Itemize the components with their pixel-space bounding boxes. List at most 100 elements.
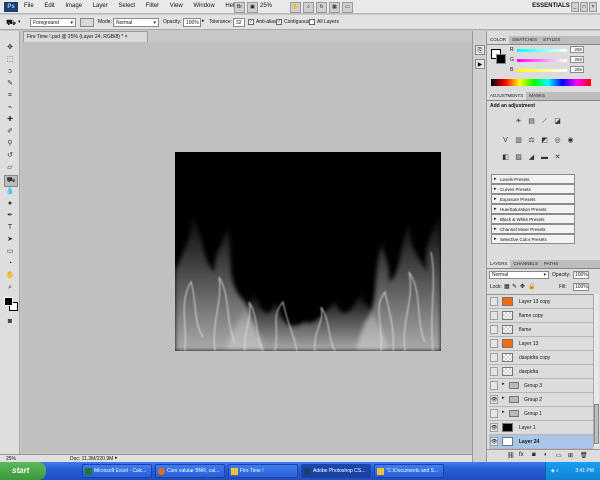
menu-file[interactable]: File (24, 3, 34, 9)
r-value-input[interactable]: 255 (570, 46, 584, 53)
layer-row[interactable]: daspidra (489, 365, 593, 379)
tab-masks[interactable]: MASKS (526, 92, 548, 100)
levels-icon[interactable]: ▤ (527, 117, 536, 126)
lock-image-icon[interactable]: ✎ (512, 283, 517, 290)
tab-adjustments[interactable]: ADJUSTMENTS (487, 92, 527, 100)
arrange-icon[interactable]: ▦ (329, 2, 340, 13)
fill-source-select[interactable]: Foreground ▾ (30, 18, 76, 27)
task-browser[interactable]: Curs valutar BNR, cal... (155, 464, 225, 478)
rotate-view-icon[interactable]: ↻ (316, 2, 327, 13)
preset-hue-saturation[interactable]: Hue/Saturation Presets (491, 204, 575, 214)
layer-row[interactable]: flame copy (489, 309, 593, 323)
screen-mode-icon[interactable]: ▭ (342, 2, 353, 13)
group-expand-icon[interactable]: ▸ (502, 381, 505, 387)
start-button[interactable]: start (0, 462, 46, 480)
visibility-eye-icon[interactable] (490, 339, 498, 348)
visibility-eye-icon[interactable] (490, 311, 498, 320)
canvas[interactable] (175, 152, 441, 351)
new-group-icon[interactable]: ▭ (556, 452, 562, 459)
maximize-icon[interactable]: □ (580, 2, 588, 12)
layer-row[interactable]: 👁 ▸ Group 2 (489, 393, 593, 407)
mode-select[interactable]: Normal ▾ (113, 18, 159, 27)
type-tool-icon[interactable]: T (4, 223, 16, 233)
photo-filter-icon[interactable]: ◎ (553, 136, 562, 145)
blur-tool-icon[interactable]: 💧 (4, 187, 16, 197)
move-tool-icon[interactable]: ✥ (4, 43, 16, 53)
g-value-input[interactable]: 255 (570, 56, 584, 63)
all-layers-checkbox[interactable] (309, 19, 315, 25)
pattern-picker[interactable] (80, 18, 94, 27)
lasso-tool-icon[interactable]: ↄ (4, 67, 16, 77)
preset-black-white[interactable]: Black & White Presets (491, 214, 575, 224)
actions-panel-icon[interactable]: ▶ (475, 59, 485, 69)
task-photoshop[interactable]: Adobe Photoshop CS... (301, 464, 371, 478)
visibility-eye-icon[interactable]: 👁 (490, 437, 498, 446)
layer-row[interactable]: ▸ Group 1 (489, 407, 593, 421)
zoom-icon[interactable]: ⌕ (303, 2, 314, 13)
color-panel-background-swatch[interactable] (496, 54, 506, 64)
visibility-eye-icon[interactable]: 👁 (490, 395, 498, 404)
visibility-eye-icon[interactable] (490, 353, 498, 362)
preset-curves[interactable]: Curves Presets (491, 184, 575, 194)
bridge-icon[interactable]: Br (234, 2, 245, 13)
trash-icon[interactable]: 🗑 (580, 452, 588, 459)
task-excel[interactable]: Microsoft Excel - Calc... (82, 464, 152, 478)
close-icon[interactable]: × (589, 2, 597, 12)
channel-mixer-icon[interactable]: ◉ (566, 136, 575, 145)
brush-tool-icon[interactable]: ✐ (4, 127, 16, 137)
zoom-level[interactable]: 25% (260, 3, 272, 9)
hand-icon[interactable]: ✋ (290, 2, 301, 13)
gradient-map-icon[interactable]: ▬ (540, 153, 549, 162)
tray-icons[interactable]: ◈ ◐ (551, 462, 559, 480)
layer-row[interactable]: Layer 13 copy (489, 295, 593, 309)
workspace-switcher[interactable]: ESSENTIALS (532, 3, 570, 9)
tab-paths[interactable]: PATHS (541, 260, 561, 268)
color-balance-icon[interactable]: ⚖ (527, 136, 536, 145)
link-layers-icon[interactable]: ⛓ (507, 452, 515, 459)
layer-row[interactable]: ▸ Group 3 (489, 379, 593, 393)
pen-tool-icon[interactable]: ✒ (4, 211, 16, 221)
layer-row[interactable]: flame (489, 323, 593, 337)
status-menu-arrow-icon[interactable]: ▸ (115, 455, 118, 461)
task-folder[interactable]: Fire Time ! (228, 464, 298, 478)
menu-select[interactable]: Select (118, 3, 135, 9)
b-value-input[interactable]: 255 (570, 66, 584, 73)
lock-position-icon[interactable]: ✥ (520, 283, 525, 290)
threshold-icon[interactable]: ◢ (527, 153, 536, 162)
visibility-eye-icon[interactable] (490, 325, 498, 334)
layer-style-icon[interactable]: fx (519, 452, 524, 458)
tool-preset-dropdown-icon[interactable]: ▾ (18, 19, 21, 25)
tab-styles[interactable]: STYLES (540, 36, 563, 44)
menu-window[interactable]: Window (193, 3, 214, 9)
anti-alias-checkbox[interactable]: ✓ (248, 19, 254, 25)
black-white-icon[interactable]: ◩ (540, 136, 549, 145)
layers-scrollbar[interactable] (593, 294, 599, 447)
document-tab[interactable]: Fire Time !.psd @ 25% (Layer 24, RGB/8) … (23, 31, 148, 42)
history-brush-tool-icon[interactable]: ↺ (4, 151, 16, 161)
preset-selective-color[interactable]: Selective Color Presets (491, 234, 575, 244)
menu-view[interactable]: View (170, 3, 183, 9)
selective-color-icon[interactable]: ✕ (553, 153, 562, 162)
opacity-slider-icon[interactable]: ▸ (202, 18, 205, 24)
visibility-eye-icon[interactable] (490, 409, 498, 418)
paint-bucket-tool-icon[interactable]: ⛟ (4, 175, 18, 187)
preset-levels[interactable]: Levels Presets (491, 174, 575, 184)
menu-image[interactable]: Image (65, 3, 82, 9)
invert-icon[interactable]: ◧ (501, 153, 510, 162)
paint-bucket-icon[interactable]: ⛟ (6, 18, 16, 28)
path-selection-tool-icon[interactable]: ➤ (4, 235, 16, 245)
marquee-tool-icon[interactable]: ⬚ (4, 55, 16, 65)
clock[interactable]: 3:41 PM (575, 468, 594, 474)
layers-scrollbar-thumb[interactable] (594, 404, 599, 444)
preset-channel-mixer[interactable]: Channel Mixer Presets (491, 224, 575, 234)
quick-selection-tool-icon[interactable]: ✎ (4, 79, 16, 89)
blend-mode-select[interactable]: Normal ▾ (489, 271, 549, 279)
b-slider[interactable] (517, 69, 567, 72)
tab-color[interactable]: COLOR (487, 36, 510, 44)
g-slider[interactable] (517, 59, 567, 62)
group-expand-icon[interactable]: ▸ (502, 395, 505, 401)
clone-stamp-tool-icon[interactable]: ⚲ (4, 139, 16, 149)
layer-row[interactable]: 👁 Layer 1 (489, 421, 593, 435)
visibility-eye-icon[interactable] (490, 381, 498, 390)
tab-layers[interactable]: LAYERS (487, 260, 511, 268)
